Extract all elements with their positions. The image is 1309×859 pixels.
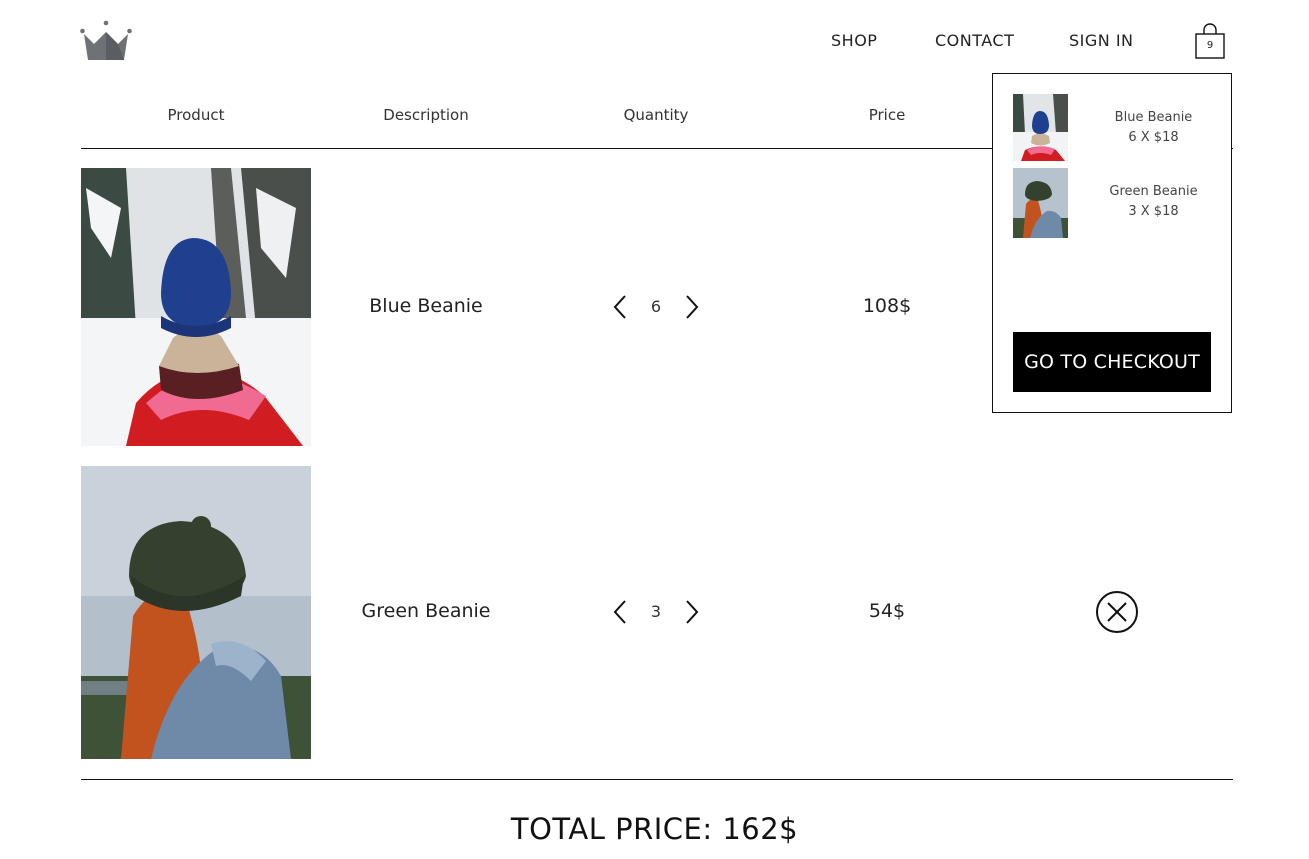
quantity-stepper: 6 — [600, 292, 712, 322]
cart-dropdown: Blue Beanie 6 X $18 Green Beanie 3 X $18… — [992, 73, 1232, 413]
green-beanie-product-image[interactable] — [81, 466, 311, 759]
dropdown-item-qty-price: 3 X $18 — [1128, 204, 1179, 219]
column-header-price: Price — [868, 106, 906, 124]
product-name-green-beanie: Green Beanie — [361, 600, 491, 622]
remove-item-close-circle-icon[interactable] — [1094, 589, 1140, 635]
quantity-value: 6 — [650, 297, 662, 316]
blue-beanie-product-image[interactable] — [81, 168, 311, 446]
blue-beanie-thumbnail — [1013, 94, 1068, 161]
cart-button[interactable]: 9 — [1194, 22, 1226, 60]
dropdown-cart-item[interactable]: Blue Beanie 6 X $18 — [1013, 94, 1213, 164]
green-beanie-thumbnail — [1013, 168, 1068, 238]
dropdown-item-text: Blue Beanie 6 X $18 — [1081, 108, 1226, 148]
nav-contact-link[interactable]: CONTACT — [935, 31, 1014, 50]
column-header-product: Product — [167, 106, 225, 124]
product-price: 108$ — [862, 295, 912, 317]
footer-divider — [81, 779, 1233, 780]
column-header-description: Description — [383, 106, 469, 124]
chevron-right-icon[interactable] — [680, 292, 704, 322]
nav-shop-link[interactable]: SHOP — [831, 31, 877, 50]
nav-sign-in-link[interactable]: SIGN IN — [1069, 31, 1134, 50]
crown-logo-icon[interactable] — [80, 20, 132, 62]
go-to-checkout-button[interactable]: GO TO CHECKOUT — [1013, 332, 1211, 392]
product-price: 54$ — [868, 600, 906, 622]
total-price: TOTAL PRICE: 162$ — [510, 812, 799, 846]
dropdown-item-text: Green Beanie 3 X $18 — [1081, 182, 1226, 222]
chevron-left-icon[interactable] — [608, 292, 632, 322]
chevron-left-icon[interactable] — [608, 597, 632, 627]
dropdown-item-name: Green Beanie — [1109, 184, 1198, 199]
dropdown-item-qty-price: 6 X $18 — [1128, 130, 1179, 145]
dropdown-cart-item[interactable]: Green Beanie 3 X $18 — [1013, 168, 1213, 238]
chevron-right-icon[interactable] — [680, 597, 704, 627]
column-header-quantity: Quantity — [623, 106, 689, 124]
quantity-stepper: 3 — [600, 597, 712, 627]
dropdown-item-name: Blue Beanie — [1114, 110, 1193, 125]
quantity-value: 3 — [650, 602, 662, 621]
product-name-blue-beanie: Blue Beanie — [369, 295, 483, 317]
cart-count: 9 — [1206, 40, 1214, 51]
